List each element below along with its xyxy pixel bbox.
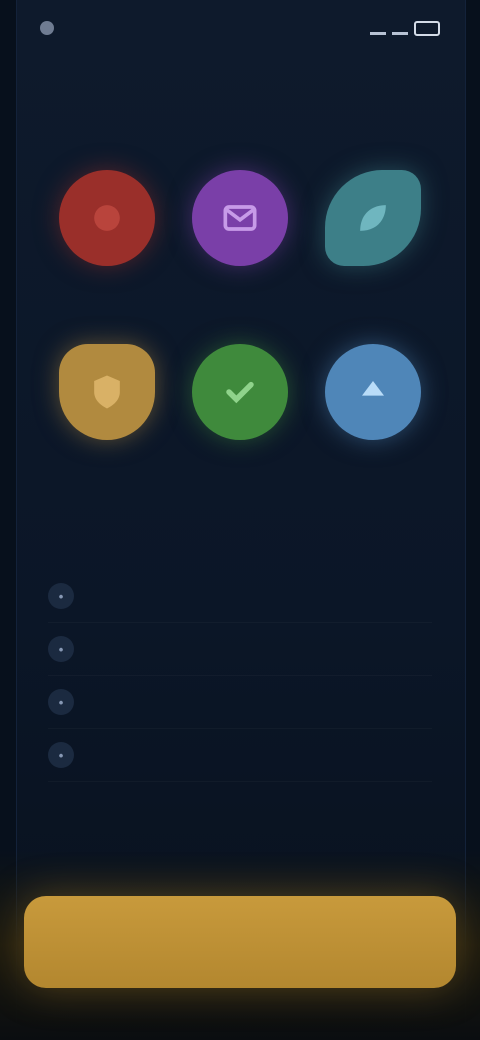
title-block (48, 60, 432, 120)
tile-5[interactable] (173, 344, 306, 472)
dot-icon: • (48, 689, 74, 715)
page-title (48, 60, 432, 90)
dot-icon: • (48, 636, 74, 662)
arrow-up-icon (325, 344, 422, 440)
category-grid (40, 170, 440, 472)
page-subtitle (48, 100, 432, 120)
primary-cta-button[interactable] (24, 896, 456, 988)
tile-4[interactable] (40, 344, 173, 472)
mail-icon (191, 170, 288, 266)
status-dot-icon (40, 21, 54, 35)
leaf-icon (325, 170, 422, 266)
tile-2[interactable] (173, 170, 306, 298)
tile-6[interactable] (307, 344, 440, 472)
shield-icon (58, 344, 155, 440)
circle-icon (58, 170, 155, 266)
dot-icon: • (48, 742, 74, 768)
dot-icon: • (48, 583, 74, 609)
steps-heading (48, 528, 432, 546)
battery-icon (414, 20, 440, 36)
tile-3[interactable] (307, 170, 440, 298)
list-item[interactable]: • (48, 623, 432, 676)
list-item[interactable]: • (48, 676, 432, 729)
steps-section: • • • • (48, 528, 432, 782)
list-item[interactable]: • (48, 729, 432, 782)
tile-1[interactable] (40, 170, 173, 298)
status-bar (40, 16, 440, 40)
signal-icon (370, 22, 386, 35)
list-item[interactable]: • (48, 570, 432, 623)
status-left (40, 21, 62, 35)
status-indicators (370, 20, 440, 36)
check-icon (191, 344, 288, 440)
wifi-icon (392, 22, 408, 35)
